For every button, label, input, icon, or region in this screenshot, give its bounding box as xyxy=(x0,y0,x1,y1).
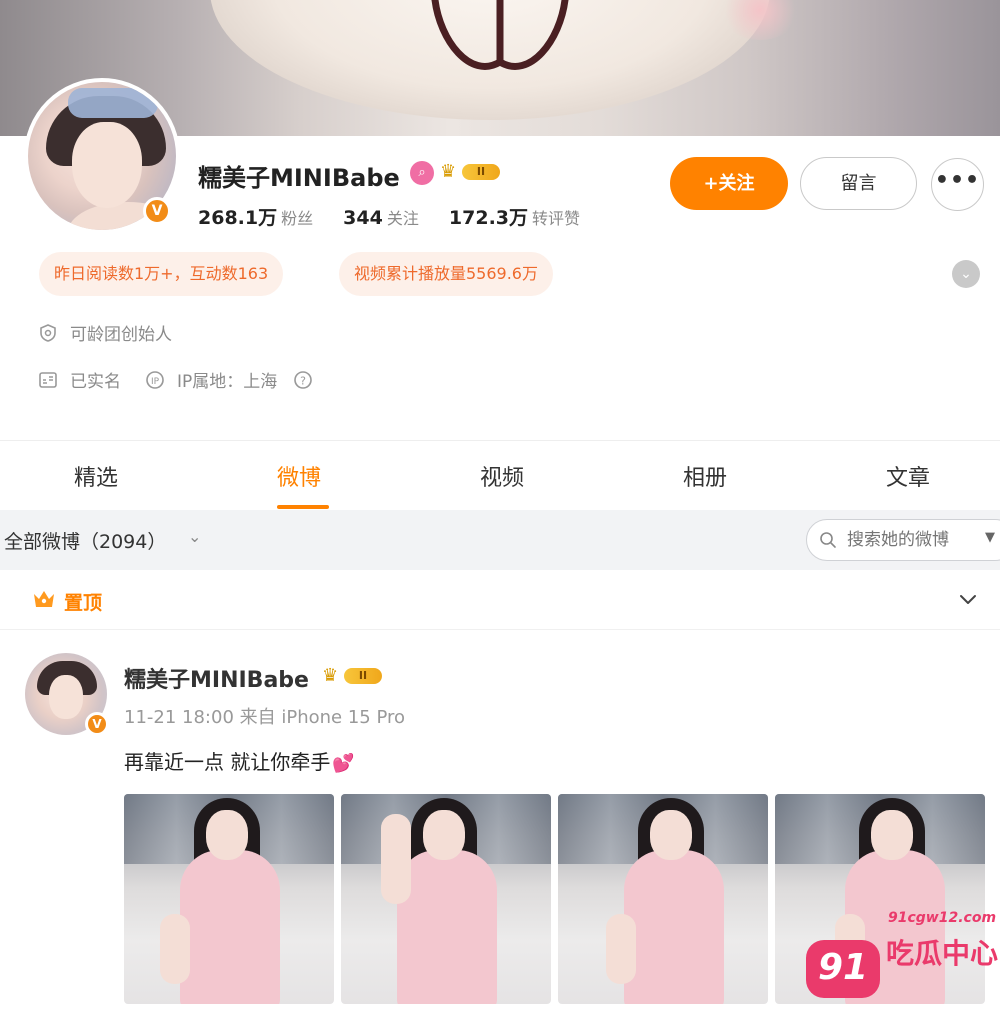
watermark-number: 91 xyxy=(806,940,880,998)
profile-name: 糯美子MINIBabe xyxy=(198,164,400,192)
filter-bar: 全部微博（2094） ⌄ ▼ xyxy=(0,510,1000,570)
post-photo[interactable] xyxy=(558,794,768,1004)
crown-icon: ♛ xyxy=(440,161,457,182)
expand-chevron-icon[interactable]: ⌄ xyxy=(952,260,980,288)
section-divider xyxy=(0,440,1000,441)
id-card-icon xyxy=(39,372,57,388)
collapse-chevron-icon[interactable] xyxy=(957,588,979,610)
tab-featured[interactable]: 精选 xyxy=(74,460,118,492)
more-options-button[interactable]: ••• xyxy=(931,158,984,211)
search-icon xyxy=(820,532,836,548)
post-photo[interactable] xyxy=(341,794,551,1004)
read-stats-tag[interactable]: 昨日阅读数1万+，互动数163 xyxy=(39,252,284,296)
active-tab-indicator xyxy=(277,505,329,509)
tab-album[interactable]: 相册 xyxy=(683,460,727,492)
watermark-logo: 91 91cgw12.com 吃瓜中心 xyxy=(806,910,998,1000)
pinned-header: 置顶 xyxy=(0,570,1000,630)
all-weibo-filter[interactable]: 全部微博（2094） xyxy=(4,527,166,554)
message-button[interactable]: 留言 xyxy=(800,157,917,210)
tab-video[interactable]: 视频 xyxy=(480,460,524,492)
pinned-crown-icon xyxy=(34,591,54,607)
stat-likes[interactable]: 172.3万 转评赞 xyxy=(449,203,580,230)
group-info-row: 可龄团创始人 xyxy=(38,320,172,345)
tab-articles[interactable]: 文章 xyxy=(886,460,930,492)
watermark-domain: 91cgw12.com xyxy=(888,910,997,926)
profile-page: V 糯美子MINIBabe ⌕ ♛ II 268.1万 粉丝 344 关注 172.… xyxy=(0,0,1000,1015)
svg-text:?: ? xyxy=(300,375,306,388)
hearts-emoji-icon: 💕 xyxy=(332,753,355,774)
profile-tabs: 精选 微博 视频 相册 文章 xyxy=(0,442,1000,510)
follow-button[interactable]: +关注 xyxy=(670,157,788,210)
verified-badge-icon: V xyxy=(143,197,171,225)
ip-location-icon: IP xyxy=(146,371,164,389)
tab-weibo[interactable]: 微博 xyxy=(277,460,321,492)
verify-info-row: 已实名 IP IP属地：上海 ? xyxy=(38,367,325,392)
search-input[interactable] xyxy=(847,528,987,552)
search-box[interactable]: ▼ xyxy=(806,519,1000,561)
post-photo[interactable] xyxy=(124,794,334,1004)
post-verified-badge-icon: V xyxy=(85,712,109,736)
crown-icon: ♛ xyxy=(322,665,339,686)
help-circle-icon[interactable]: ? xyxy=(293,370,313,390)
stat-following[interactable]: 344 关注 xyxy=(343,205,419,229)
post-meta: 11-21 18:00 来自 iPhone 15 Pro xyxy=(124,707,406,728)
watermark-name: 吃瓜中心 xyxy=(886,937,999,970)
post-text: 再靠近一点 就让你牵手 💕 xyxy=(124,750,355,774)
video-stats-tag[interactable]: 视频累计播放量5569.6万 xyxy=(339,252,553,296)
search-dropdown-icon[interactable]: ▼ xyxy=(985,530,995,545)
vip-search-icon[interactable]: ⌕ xyxy=(410,161,434,185)
bear-mouth-drawing xyxy=(431,0,569,70)
post-author-name[interactable]: 糯美子MINIBabe xyxy=(124,662,309,694)
profile-stats: 268.1万 粉丝 344 关注 172.3万 转评赞 xyxy=(198,203,604,230)
stat-fans[interactable]: 268.1万 粉丝 xyxy=(198,203,313,230)
chevron-down-icon[interactable]: ⌄ xyxy=(188,527,201,546)
pinned-label: 置顶 xyxy=(64,592,103,614)
shield-icon xyxy=(40,324,56,342)
svg-text:IP: IP xyxy=(151,377,160,387)
